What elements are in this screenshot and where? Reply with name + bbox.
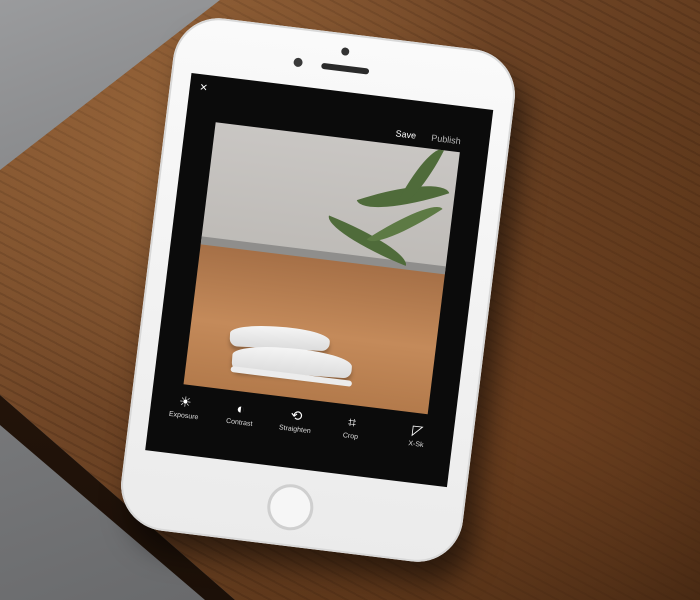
close-icon[interactable]: × <box>199 79 208 95</box>
save-button[interactable]: Save <box>395 128 417 140</box>
tool-straighten[interactable]: ⟲ Straighten <box>267 403 326 437</box>
photo-preview[interactable] <box>183 122 460 415</box>
tool-x-skew[interactable]: ◸ X-Sk <box>388 418 447 452</box>
presets-wheel-icon[interactable]: ✲ <box>156 461 169 477</box>
front-camera <box>340 47 350 57</box>
photo-baseboard <box>200 236 446 275</box>
earpiece-speaker <box>320 62 370 75</box>
home-button[interactable] <box>264 481 316 533</box>
tool-exposure[interactable]: ☀ Exposure <box>155 389 214 423</box>
tools-sliders-icon[interactable]: ⚌ <box>235 478 248 487</box>
publish-button[interactable]: Publish <box>431 133 462 147</box>
plant-leaf <box>396 141 445 212</box>
phone-body: × Save Publish ☀ Exposure ◐ Contrast ⟲ S… <box>115 12 521 568</box>
tool-crop[interactable]: ⌗ Crop <box>322 410 381 444</box>
tool-contrast[interactable]: ◐ Contrast <box>211 396 270 430</box>
proximity-sensor <box>293 57 304 68</box>
editor-screen: × Save Publish ☀ Exposure ◐ Contrast ⟲ S… <box>145 72 494 488</box>
